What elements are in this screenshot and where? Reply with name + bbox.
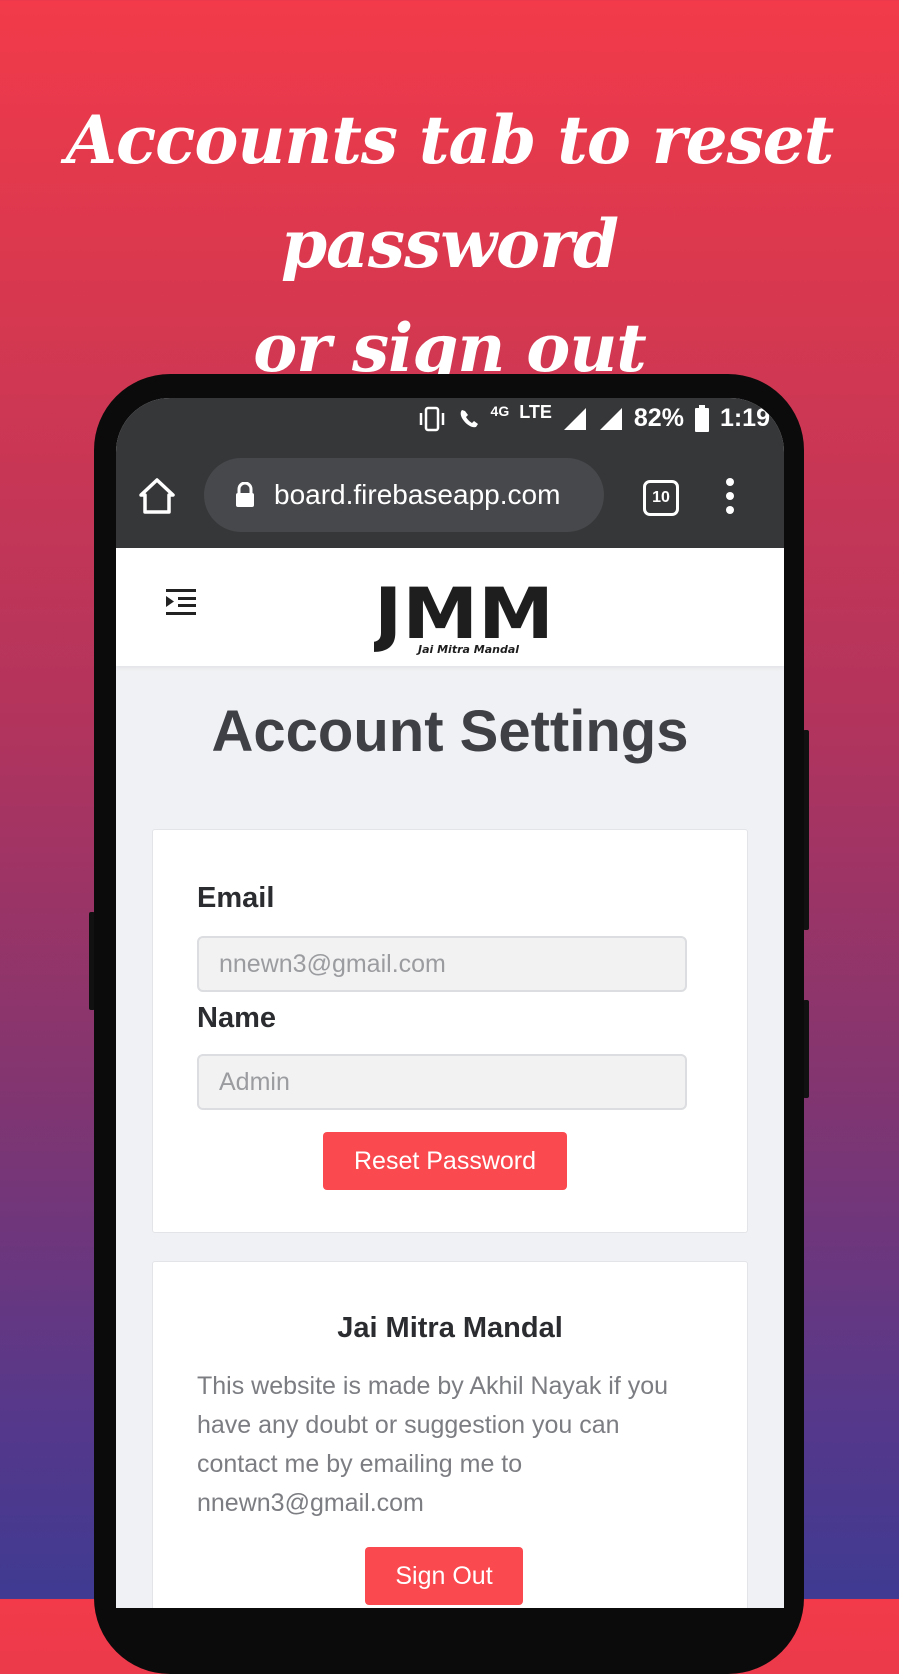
about-text: This website is made by Akhil Nayak if y… xyxy=(197,1372,669,1517)
promo-headline-line1: Accounts tab to reset password xyxy=(65,101,834,283)
wifi-calling-icon xyxy=(460,409,478,427)
battery-icon xyxy=(694,404,709,432)
battery-percent: 82% xyxy=(633,404,684,432)
clock: 1:19 xyxy=(719,404,770,432)
site-header: JMM Jai Mitra Mandal xyxy=(116,548,784,666)
account-form-card: Email Name Reset Password xyxy=(152,829,748,1233)
lte-indicator: LTE xyxy=(519,402,552,422)
address-bar[interactable]: board.firebaseapp.com xyxy=(204,458,604,532)
page-title: Account Settings xyxy=(211,699,689,764)
email-label: Email xyxy=(197,882,275,914)
phone-screen: 4G LTE 82% 1:19 board.firebaseapp.com 10… xyxy=(116,398,784,1608)
more-options-icon[interactable] xyxy=(726,478,734,514)
status-bar: 4G LTE 82% 1:19 xyxy=(116,398,784,448)
home-icon[interactable] xyxy=(138,476,176,516)
lock-icon xyxy=(236,482,254,507)
network-type: 4G xyxy=(490,402,510,419)
tab-switcher-button[interactable]: 10 xyxy=(643,480,679,516)
vibrate-icon xyxy=(419,406,444,431)
status-icons: 4G LTE 82% 1:19 xyxy=(417,402,770,433)
name-label: Name xyxy=(197,1002,276,1034)
signal-icon xyxy=(563,407,586,430)
name-field[interactable] xyxy=(197,1054,687,1110)
menu-toggle-icon[interactable] xyxy=(166,588,198,616)
reset-password-button[interactable]: Reset Password xyxy=(323,1132,567,1190)
email-field[interactable] xyxy=(197,936,687,992)
browser-toolbar: board.firebaseapp.com 10 xyxy=(116,448,784,548)
url-text: board.firebaseapp.com xyxy=(274,479,561,510)
about-title: Jai Mitra Mandal xyxy=(337,1312,563,1344)
sign-out-button[interactable]: Sign Out xyxy=(365,1547,523,1605)
svg-text:Jai Mitra Mandal: Jai Mitra Mandal xyxy=(416,643,519,656)
promo-headline: Accounts tab to reset password or sign o… xyxy=(0,88,899,400)
about-card: Jai Mitra Mandal This website is made by… xyxy=(152,1261,748,1608)
signal-icon-2 xyxy=(599,407,622,430)
site-logo[interactable]: JMM Jai Mitra Mandal xyxy=(374,576,560,656)
